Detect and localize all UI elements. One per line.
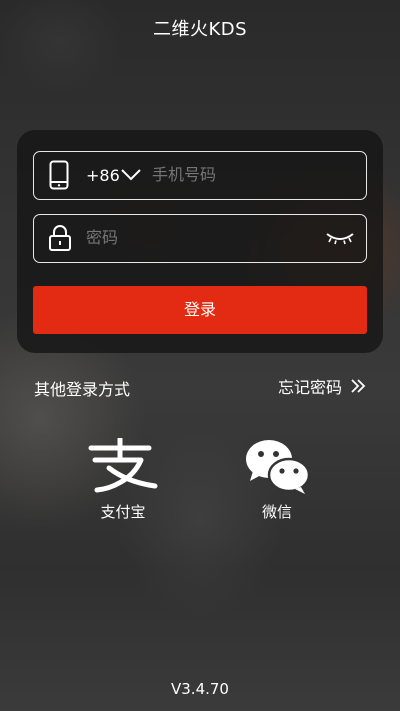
wechat-icon [232,435,322,497]
login-button[interactable]: 登录 [33,286,367,334]
chevron-down-icon[interactable] [120,167,142,183]
alipay-login-button[interactable]: 支付宝 [78,435,168,522]
wechat-label: 微信 [261,503,292,521]
background-image [0,0,400,711]
mobile-phone-icon [48,152,70,198]
wechat-login-button[interactable]: 微信 [232,435,322,522]
login-card: +86 登录 [17,130,383,353]
double-chevron-right-icon [351,379,366,393]
eye-closed-icon[interactable] [324,215,356,261]
alipay-icon [78,435,168,497]
password-field[interactable] [33,214,367,263]
forgot-password-label[interactable]: 忘记密码 [278,374,342,398]
page-title: 二维火KDS [152,19,248,40]
phone-number-input[interactable] [152,165,332,184]
version-label: V3.4.70 [171,680,229,698]
password-input[interactable] [86,228,266,247]
alipay-label: 支付宝 [100,503,146,521]
forgot-password-link[interactable]: 忘记密码 [278,374,366,398]
phone-field[interactable]: +86 [33,151,367,200]
lock-icon [47,215,73,261]
other-login-methods-label: 其他登录方式 [34,380,131,399]
country-code[interactable]: +86 [86,166,120,185]
